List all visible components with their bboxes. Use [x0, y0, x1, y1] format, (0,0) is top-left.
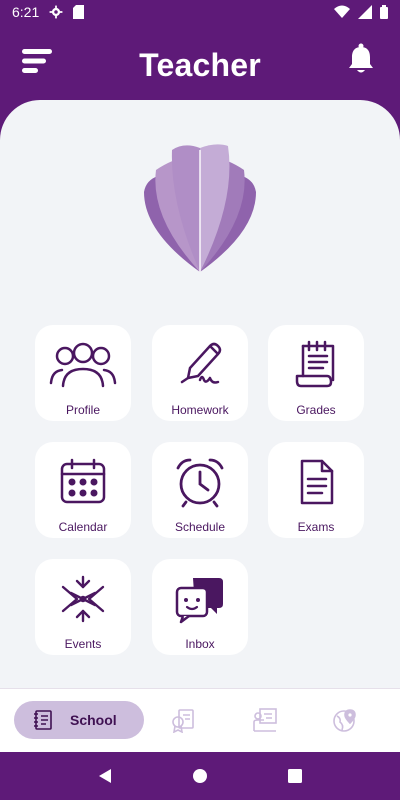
tile-schedule[interactable]: Schedule: [152, 442, 248, 538]
tile-label: Inbox: [185, 637, 215, 651]
sd-card-icon: [73, 5, 85, 19]
app-header: Teacher: [0, 24, 400, 104]
bell-icon: [349, 43, 373, 73]
tile-events[interactable]: Events: [35, 559, 131, 655]
nav-item-teachers[interactable]: [250, 705, 280, 735]
calendar-icon: [60, 458, 106, 504]
tile-label: Events: [64, 637, 102, 651]
star-burst-icon: [61, 575, 105, 623]
nav-item-school[interactable]: School: [14, 701, 144, 739]
tile-label: Grades: [296, 403, 336, 417]
home-button[interactable]: [188, 764, 212, 788]
tile-label: Profile: [65, 403, 100, 417]
settings-gear-icon: [49, 5, 63, 19]
chat-bubbles-icon: [175, 578, 223, 624]
back-triangle-icon: [99, 769, 112, 783]
back-button[interactable]: [93, 764, 117, 788]
tile-label: Exams: [297, 520, 335, 534]
tile-exams[interactable]: Exams: [268, 442, 364, 538]
nav-item-certificates[interactable]: [168, 705, 198, 735]
system-navigation-bar: [0, 752, 400, 800]
document-icon: [300, 459, 334, 505]
status-time: 6:21: [12, 4, 40, 20]
school-notebook-icon: [34, 710, 52, 730]
scroll-icon: [295, 340, 335, 388]
shield-book-logo: [144, 144, 256, 272]
menu-button[interactable]: [20, 46, 56, 76]
home-circle-icon: [192, 769, 207, 783]
status-bar: 6:21: [0, 0, 400, 24]
battery-icon: [380, 5, 388, 19]
tile-calendar[interactable]: Calendar: [35, 442, 131, 538]
tile-profile[interactable]: Profile: [35, 325, 131, 421]
tile-label: Schedule: [174, 520, 226, 534]
globe-pin-icon: [333, 709, 356, 732]
tile-homework[interactable]: Homework: [152, 325, 248, 421]
nav-label: School: [70, 712, 117, 728]
tile-label: Homework: [171, 403, 229, 417]
notifications-button[interactable]: [346, 42, 376, 76]
pen-signature-icon: [180, 342, 222, 384]
nav-item-explore[interactable]: [330, 705, 360, 735]
recents-square-icon: [287, 769, 302, 783]
teacher-board-icon: [253, 708, 277, 732]
page-title: Teacher: [139, 46, 261, 83]
certificate-icon: [172, 709, 194, 733]
tile-label: Calendar: [58, 520, 108, 534]
wifi-icon: [334, 5, 350, 18]
alarm-clock-icon: [176, 458, 224, 508]
tile-grades[interactable]: Grades: [268, 325, 364, 421]
tile-inbox[interactable]: Inbox: [152, 559, 248, 655]
main-content: Profile Homework Grades Calendar Schedul…: [0, 100, 400, 688]
signal-icon: [358, 5, 372, 19]
bottom-navigation: School: [0, 688, 400, 752]
hamburger-menu-icon: [22, 49, 52, 73]
people-group-icon: [49, 342, 117, 388]
recents-button[interactable]: [283, 764, 307, 788]
